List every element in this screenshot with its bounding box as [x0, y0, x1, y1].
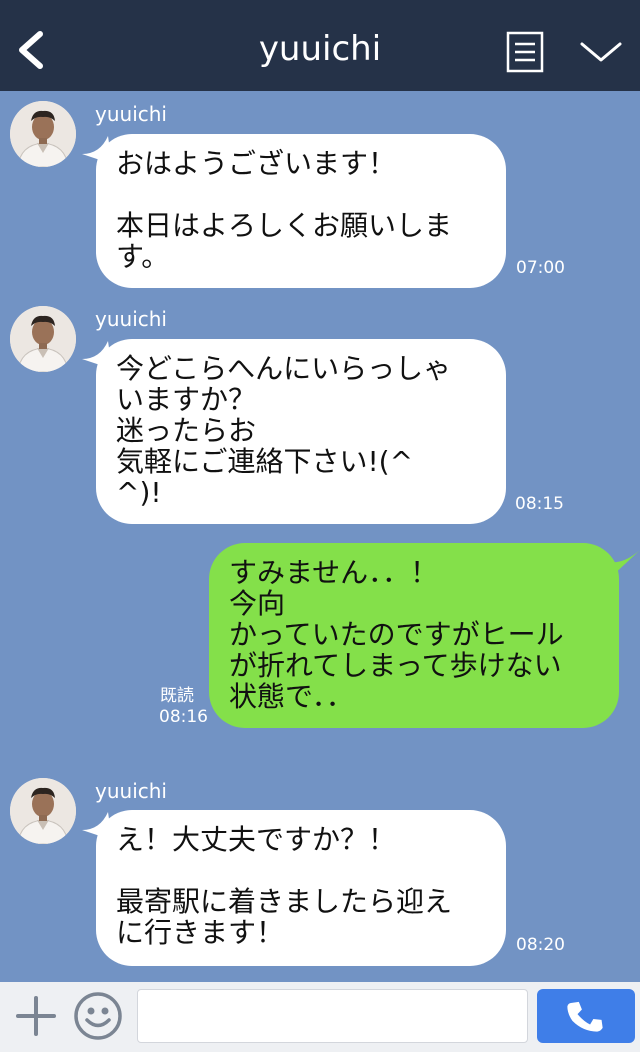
message-time: 08:15: [515, 494, 564, 514]
menu-button[interactable]: [505, 30, 545, 74]
menu-list-icon: [506, 31, 544, 73]
sender-name: yuuichi: [95, 779, 167, 803]
emoji-button[interactable]: [73, 991, 123, 1041]
sender-name: yuuichi: [95, 307, 167, 331]
chevron-down-icon: [580, 42, 622, 62]
chat-header: yuuichi: [0, 0, 640, 91]
call-button[interactable]: [537, 989, 635, 1043]
message-time: 07:00: [516, 258, 565, 278]
phone-icon: [567, 1001, 603, 1032]
bubble-tail: [610, 550, 640, 578]
avatar[interactable]: [10, 101, 76, 167]
message-bubble[interactable]: え！大丈夫ですか？！ 最寄駅に着きましたら迎え に行きます！: [96, 810, 506, 966]
message-time: 08:20: [516, 935, 565, 955]
sender-name: yuuichi: [95, 102, 167, 126]
person-avatar-icon: [10, 306, 76, 372]
message-bubble[interactable]: おはようございます！ 本日はよろしくお願いしま す。: [96, 134, 506, 288]
person-avatar-icon: [10, 778, 76, 844]
read-receipt: 既読: [160, 686, 194, 706]
message-time: 08:16: [159, 707, 208, 727]
plus-icon: [16, 996, 56, 1036]
message-bubble[interactable]: 今どこらへんにいらっしゃ いますか？ 迷ったらお 気軽にご連絡下さい!(^ ^)…: [96, 339, 506, 524]
person-avatar-icon: [10, 101, 76, 167]
avatar[interactable]: [10, 778, 76, 844]
plus-button[interactable]: [14, 994, 58, 1038]
message-bubble-outgoing[interactable]: すみません．．！ 今向 かっていたのですがヒール が折れてしまって歩けない 状態…: [209, 543, 619, 728]
avatar[interactable]: [10, 306, 76, 372]
message-input[interactable]: [137, 989, 528, 1043]
expand-button[interactable]: [578, 36, 624, 68]
smiley-icon: [74, 992, 122, 1040]
